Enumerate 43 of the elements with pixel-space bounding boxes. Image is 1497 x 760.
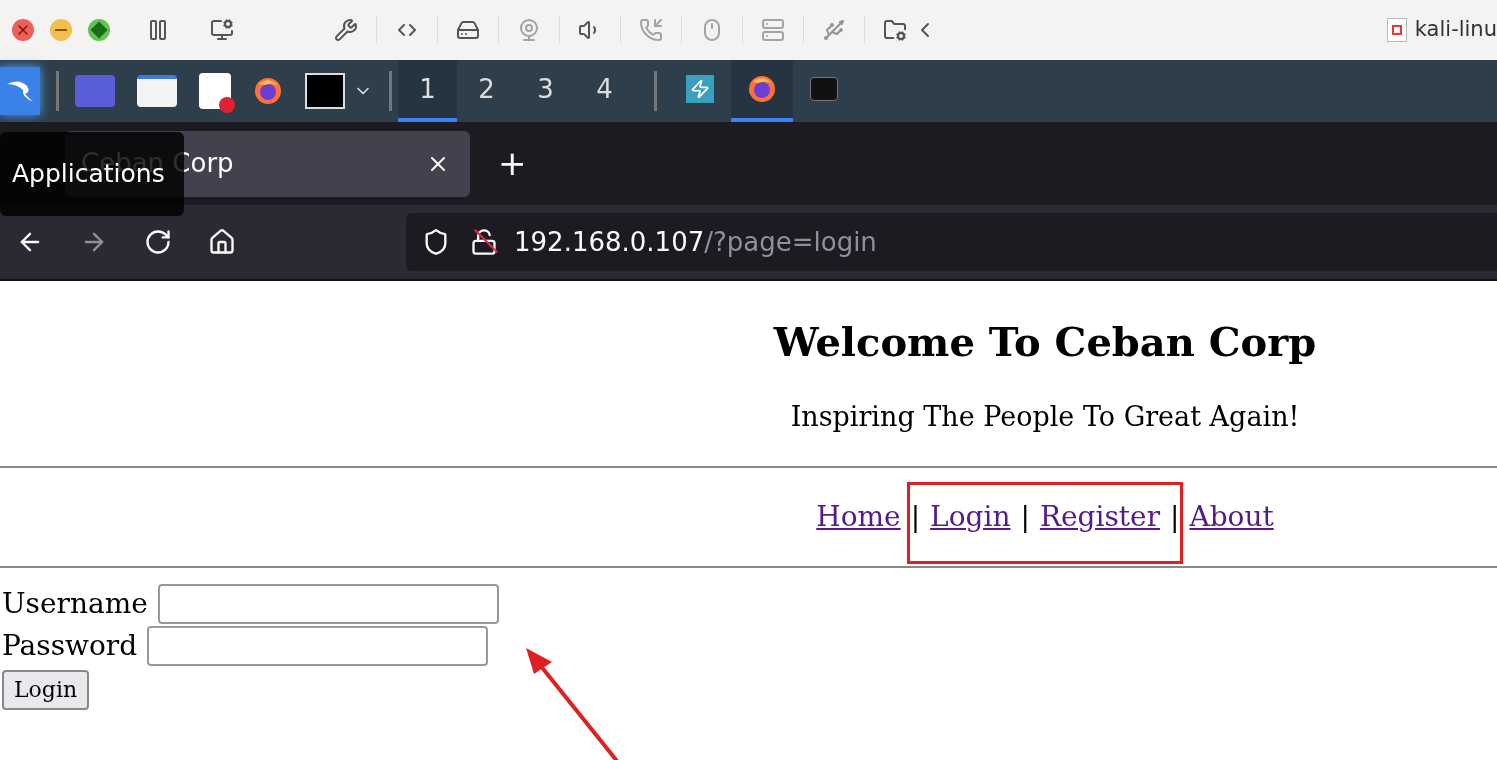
- nav-link[interactable]: Home: [816, 495, 901, 538]
- insecure-lock-icon[interactable]: [470, 228, 498, 256]
- nav-link[interactable]: Login: [930, 495, 1011, 538]
- workspace-tab[interactable]: 3: [516, 60, 575, 122]
- workspace-tab[interactable]: 1: [398, 60, 457, 122]
- tagline: Inspiring The People To Great Again!: [790, 400, 1300, 434]
- input-field[interactable]: [147, 625, 489, 666]
- usb-icon[interactable]: [822, 18, 846, 42]
- kali-menu-icon[interactable]: [0, 67, 40, 115]
- address-field[interactable]: 192.168.0.107/?page=login: [406, 213, 1497, 271]
- wrench-icon[interactable]: [334, 18, 358, 42]
- browser-icon: [253, 76, 283, 106]
- app-icon: [686, 75, 714, 103]
- minimize-button[interactable]: [50, 19, 72, 41]
- workspace-tab[interactable]: 2: [457, 60, 516, 122]
- shared-folder-icon[interactable]: [883, 18, 907, 42]
- snapshot-icon[interactable]: [210, 18, 234, 42]
- close-button[interactable]: [12, 19, 34, 41]
- nav-link[interactable]: Register: [1039, 495, 1160, 538]
- page-heading: Welcome To Ceban Corp: [773, 317, 1317, 367]
- terminal-icon: [810, 77, 838, 101]
- login-button[interactable]: Login: [2, 669, 90, 710]
- minus-icon: [55, 29, 67, 31]
- browser-icon: [747, 74, 777, 104]
- reload-icon[interactable]: [144, 228, 172, 256]
- field-label: Password: [2, 631, 138, 660]
- home-icon[interactable]: [208, 228, 236, 256]
- zoom-button[interactable]: [88, 19, 110, 41]
- terminal-icon[interactable]: [305, 73, 345, 109]
- folder-icon[interactable]: [137, 75, 177, 107]
- new-tab-button[interactable]: +: [498, 138, 527, 189]
- nav-separator: |: [1170, 498, 1180, 535]
- nav-link[interactable]: About: [1189, 495, 1274, 538]
- input-field[interactable]: [157, 583, 499, 624]
- running-app-button[interactable]: [731, 60, 793, 122]
- file-icon: [1386, 18, 1407, 42]
- url-text: 192.168.0.107/?page=login: [514, 225, 877, 259]
- field-label: Username: [2, 589, 148, 618]
- nav-separator: |: [910, 498, 921, 535]
- nav-separator: |: [1020, 498, 1030, 535]
- drive-icon[interactable]: [456, 18, 480, 42]
- workspace-tab[interactable]: 4: [575, 60, 634, 122]
- vm-title: kali-linu: [1414, 16, 1497, 44]
